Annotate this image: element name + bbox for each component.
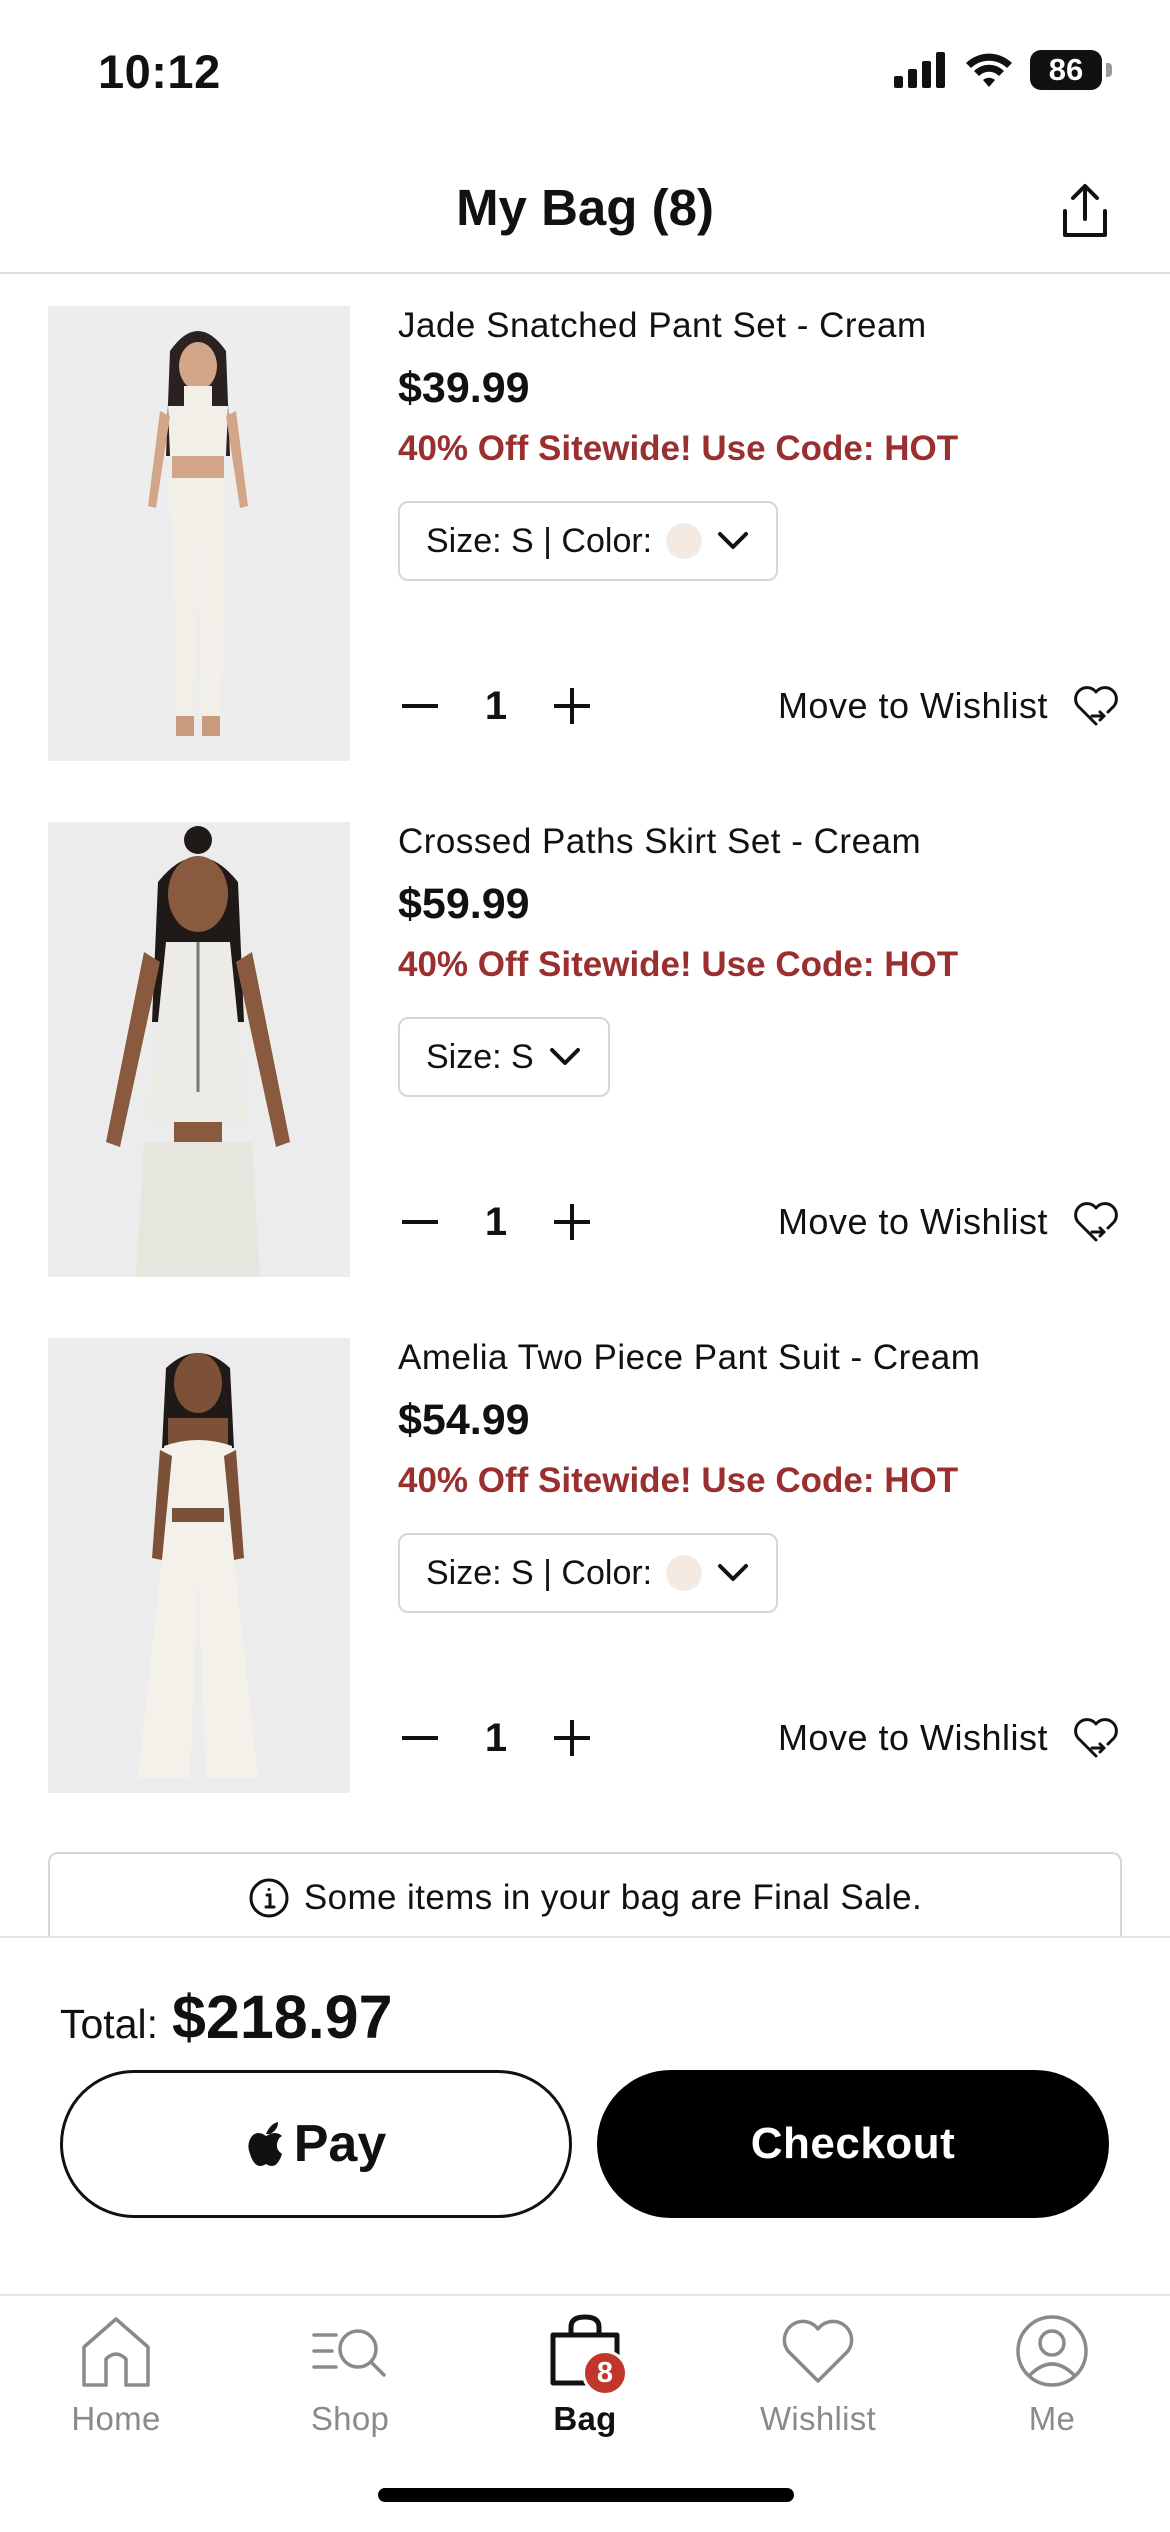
color-swatch — [666, 523, 703, 559]
product-image[interactable] — [48, 822, 350, 1277]
item-info: Jade Snatched Pant Set - Cream $39.99 40… — [398, 306, 1122, 581]
product-price: $39.99 — [398, 364, 530, 412]
minus-icon — [402, 1220, 438, 1224]
product-price: $59.99 — [398, 880, 530, 928]
bag-icon: 8 — [540, 2306, 630, 2396]
quantity-stepper: 1 Move to Wishlist — [398, 674, 1122, 738]
tab-home[interactable]: Home — [16, 2306, 216, 2438]
tab-label: Bag — [553, 2400, 617, 2437]
increase-quantity-button[interactable] — [550, 684, 594, 728]
heart-move-icon — [1074, 1202, 1118, 1242]
decrease-quantity-button[interactable] — [398, 1716, 442, 1760]
move-to-wishlist-button[interactable]: Move to Wishlist — [778, 682, 1122, 730]
product-name[interactable]: Amelia Two Piece Pant Suit - Cream — [398, 1338, 1122, 1378]
battery-level: 86 — [1048, 52, 1084, 87]
bag-count-badge: 8 — [582, 2350, 628, 2396]
status-icons: 86 — [894, 50, 1112, 90]
product-name[interactable]: Crossed Paths Skirt Set - Cream — [398, 822, 1122, 862]
move-to-wishlist-label: Move to Wishlist — [777, 1201, 1048, 1242]
item-info: Crossed Paths Skirt Set - Cream $59.99 4… — [398, 822, 1122, 1097]
bag-item: Amelia Two Piece Pant Suit - Cream $54.9… — [0, 1308, 1170, 1793]
plus-icon — [554, 688, 590, 724]
product-name[interactable]: Jade Snatched Pant Set - Cream — [398, 306, 1122, 346]
wifi-icon — [966, 53, 1012, 87]
move-to-wishlist-label: Move to Wishlist — [777, 1717, 1048, 1758]
color-swatch — [666, 1555, 703, 1591]
move-to-wishlist-label: Move to Wishlist — [777, 685, 1048, 726]
quantity-stepper: 1 Move to Wishlist — [398, 1190, 1122, 1254]
plus-icon — [554, 1204, 590, 1240]
tab-wishlist[interactable]: Wishlist — [718, 2306, 918, 2438]
info-icon — [249, 1878, 289, 1918]
apple-pay-label: Pay — [293, 2115, 387, 2173]
promo-text: 40% Off Sitewide! Use Code: HOT — [398, 945, 959, 984]
variant-label: Size: S | Color: — [426, 521, 653, 560]
home-indicator — [378, 2488, 794, 2502]
apple-pay-button[interactable]: Pay — [60, 2070, 572, 2218]
profile-icon — [1007, 2306, 1097, 2396]
home-icon — [71, 2306, 161, 2396]
move-to-wishlist-button[interactable]: Move to Wishlist — [778, 1714, 1122, 1762]
quantity-stepper: 1 Move to Wishlist — [398, 1706, 1122, 1770]
checkout-button[interactable]: Checkout — [597, 2070, 1109, 2218]
apple-logo-icon — [248, 2122, 282, 2166]
final-sale-text: Some items in your bag are Final Sale. — [303, 1878, 923, 1917]
total-label: Total: — [60, 2001, 158, 2047]
header: My Bag (8) — [0, 150, 1170, 274]
promo-text: 40% Off Sitewide! Use Code: HOT — [398, 429, 959, 468]
heart-icon — [773, 2306, 863, 2396]
bag-item: Crossed Paths Skirt Set - Cream $59.99 4… — [0, 792, 1170, 1277]
tab-label: Me — [1028, 2400, 1076, 2437]
minus-icon — [402, 1736, 438, 1740]
variant-select[interactable]: Size: S | Color: — [398, 1533, 779, 1613]
tab-bag[interactable]: 8 Bag — [485, 2306, 685, 2438]
chevron-down-icon — [718, 1564, 749, 1581]
tab-label: Home — [71, 2400, 161, 2437]
heart-move-icon — [1074, 1718, 1118, 1758]
variant-select[interactable]: Size: S — [398, 1017, 610, 1097]
cellular-signal-icon — [894, 52, 945, 88]
move-to-wishlist-button[interactable]: Move to Wishlist — [778, 1198, 1122, 1246]
quantity-value: 1 — [484, 1715, 508, 1760]
tab-me[interactable]: Me — [952, 2306, 1152, 2438]
plus-icon — [554, 1720, 590, 1756]
quantity-value: 1 — [484, 683, 508, 728]
increase-quantity-button[interactable] — [550, 1200, 594, 1244]
variant-label: Size: S | Color: — [426, 1553, 653, 1592]
minus-icon — [402, 704, 438, 708]
bag-item: Jade Snatched Pant Set - Cream $39.99 40… — [0, 276, 1170, 761]
heart-move-icon — [1074, 686, 1118, 726]
product-price: $54.99 — [398, 1396, 530, 1444]
share-icon — [1063, 184, 1107, 237]
battery-tip — [1106, 63, 1112, 77]
share-button[interactable] — [1050, 176, 1120, 246]
status-time: 10:12 — [98, 45, 221, 98]
product-image[interactable] — [48, 306, 350, 761]
tab-label: Wishlist — [759, 2400, 877, 2437]
item-info: Amelia Two Piece Pant Suit - Cream $54.9… — [398, 1338, 1122, 1613]
promo-text: 40% Off Sitewide! Use Code: HOT — [398, 1461, 959, 1500]
page-title: My Bag (8) — [456, 179, 714, 236]
variant-label: Size: S — [426, 1037, 534, 1076]
battery-icon: 86 — [1030, 50, 1102, 90]
final-sale-notice: Some items in your bag are Final Sale. — [48, 1852, 1122, 1942]
chevron-down-icon — [549, 1048, 580, 1065]
chevron-down-icon — [718, 532, 749, 549]
tab-shop[interactable]: Shop — [250, 2306, 450, 2438]
product-image[interactable] — [48, 1338, 350, 1793]
decrease-quantity-button[interactable] — [398, 1200, 442, 1244]
decrease-quantity-button[interactable] — [398, 684, 442, 728]
order-total: Total: $218.97 — [60, 1982, 393, 2052]
status-bar: 10:12 86 — [0, 0, 1170, 150]
quantity-value: 1 — [484, 1199, 508, 1244]
tab-label: Shop — [310, 2400, 390, 2437]
variant-select[interactable]: Size: S | Color: — [398, 501, 779, 581]
increase-quantity-button[interactable] — [550, 1716, 594, 1760]
shop-search-icon — [305, 2306, 395, 2396]
total-value: $218.97 — [172, 1983, 393, 2051]
checkout-panel: Total: $218.97 Pay Checkout — [0, 1936, 1170, 2296]
